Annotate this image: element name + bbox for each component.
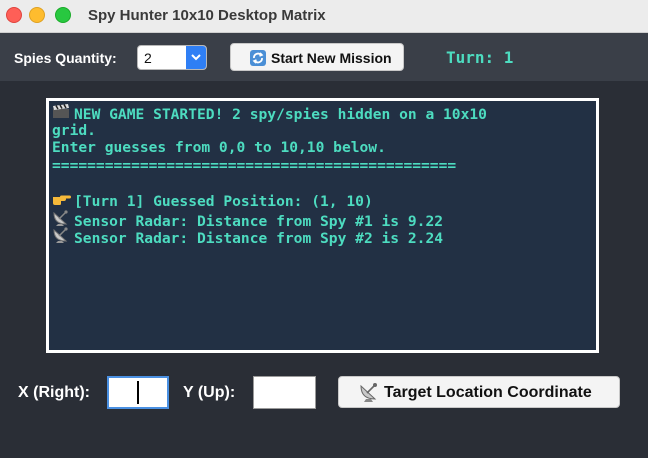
log-line: ========================================… xyxy=(52,157,596,175)
log-line-text: ========================================… xyxy=(52,156,457,174)
log-line: Sensor Radar: Distance from Spy #2 is 2.… xyxy=(52,227,596,248)
chevron-down-icon[interactable] xyxy=(186,46,206,69)
spies-quantity-value: 2 xyxy=(144,50,152,66)
target-location-button[interactable]: Target Location Coordinate xyxy=(338,376,620,408)
spies-quantity-select[interactable]: 2 xyxy=(137,45,207,70)
y-coordinate-input[interactable] xyxy=(253,376,316,409)
window-title: Spy Hunter 10x10 Desktop Matrix xyxy=(88,7,326,24)
turn-counter: Turn: 1 xyxy=(446,48,514,67)
game-log: NEW GAME STARTED! 2 spy/spies hidden on … xyxy=(46,98,599,353)
minimize-window-button[interactable] xyxy=(29,7,45,23)
zoom-window-button[interactable] xyxy=(55,7,71,23)
log-line-text: [Turn 1] Guessed Position: (1, 10) xyxy=(74,192,373,210)
log-line: Sensor Radar: Distance from Spy #1 is 9.… xyxy=(52,209,596,230)
start-new-mission-button[interactable]: Start New Mission xyxy=(230,43,404,71)
log-line: grid. xyxy=(52,122,596,140)
log-line-text: Enter guesses from 0,0 to 10,10 below. xyxy=(52,139,386,157)
start-new-mission-label: Start New Mission xyxy=(271,50,392,66)
log-line-text: Sensor Radar: Distance from Spy #2 is 2.… xyxy=(74,230,444,248)
y-coordinate-label: Y (Up): xyxy=(183,384,236,401)
log-line: [Turn 1] Guessed Position: (1, 10) xyxy=(52,192,596,210)
pointing-hand-icon xyxy=(52,192,74,211)
log-line-text: NEW GAME STARTED! 2 spy/spies hidden on … xyxy=(74,106,487,123)
log-line-text: grid. xyxy=(52,121,96,139)
refresh-icon xyxy=(250,50,266,71)
title-bar: Spy Hunter 10x10 Desktop Matrix xyxy=(0,0,648,33)
close-window-button[interactable] xyxy=(6,7,22,23)
spies-quantity-label: Spies Quantity: xyxy=(14,50,117,66)
x-coordinate-label: X (Right): xyxy=(18,384,90,401)
satellite-dish-icon xyxy=(52,227,74,248)
text-cursor xyxy=(137,381,139,404)
log-line: Enter guesses from 0,0 to 10,10 below. xyxy=(52,139,596,157)
target-location-label: Target Location Coordinate xyxy=(384,384,592,401)
satellite-dish-icon xyxy=(359,382,379,407)
log-line: NEW GAME STARTED! 2 spy/spies hidden on … xyxy=(52,104,596,123)
